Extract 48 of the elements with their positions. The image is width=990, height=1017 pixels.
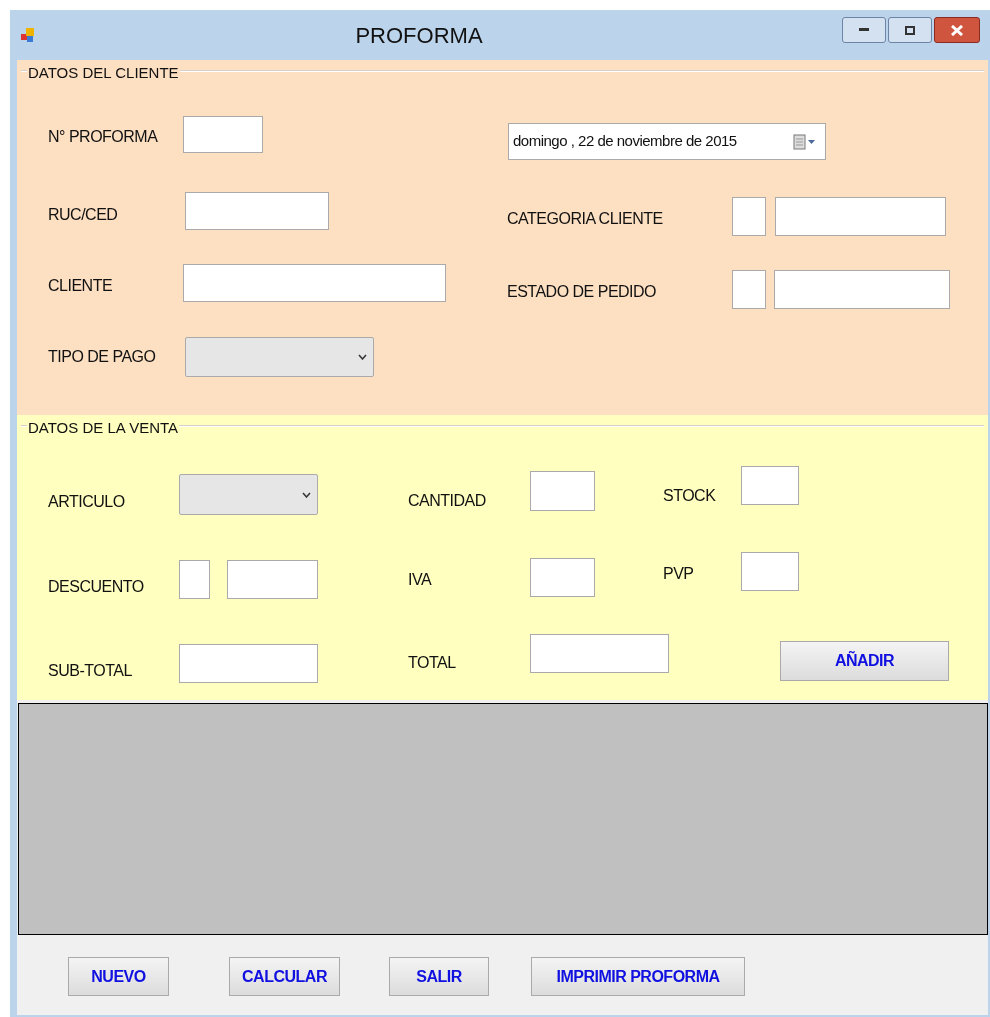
field-label: CLIENTE xyxy=(48,276,113,296)
input-field[interactable] xyxy=(179,644,318,683)
field-label: CANTIDAD xyxy=(408,491,486,511)
action-button[interactable]: NUEVO xyxy=(68,957,169,996)
input-field[interactable] xyxy=(732,270,766,309)
field-label: PVP xyxy=(663,564,694,584)
input-field[interactable] xyxy=(775,197,946,236)
input-field[interactable] xyxy=(741,466,799,505)
maximize-icon xyxy=(905,25,915,35)
input-field[interactable] xyxy=(227,560,318,599)
field-label: DESCUENTO xyxy=(48,577,144,597)
input-field[interactable] xyxy=(530,471,595,511)
chevron-down-icon xyxy=(358,354,367,360)
field-label: ARTICULO xyxy=(48,492,125,512)
field-label: SUB-TOTAL xyxy=(48,661,132,681)
field-label: CATEGORIA CLIENTE xyxy=(507,209,663,229)
minimize-button[interactable] xyxy=(842,17,886,43)
calendar-icon xyxy=(793,133,817,150)
input-field[interactable] xyxy=(741,552,799,591)
action-button[interactable]: SALIR xyxy=(389,957,489,996)
field-label: N° PROFORMA xyxy=(48,127,158,147)
input-field[interactable] xyxy=(183,264,446,302)
date-picker[interactable]: domingo , 22 de noviembre de 2015 xyxy=(508,123,826,160)
field-label: ESTADO DE PEDIDO xyxy=(507,282,657,302)
window-title: PROFORMA xyxy=(355,21,483,50)
dropdown[interactable] xyxy=(179,474,318,515)
close-button[interactable] xyxy=(934,17,980,43)
input-field[interactable] xyxy=(774,270,950,309)
field-label: RUC/CED xyxy=(48,205,118,225)
dropdown[interactable] xyxy=(185,337,374,377)
field-label: IVA xyxy=(408,570,432,590)
chevron-down-icon xyxy=(302,491,311,498)
input-field[interactable] xyxy=(179,560,210,599)
app-icon xyxy=(20,27,36,43)
close-icon xyxy=(951,24,963,36)
action-button[interactable]: IMPRIMIR PROFORMA xyxy=(531,957,745,996)
maximize-button[interactable] xyxy=(888,17,932,43)
add-button[interactable]: AÑADIR xyxy=(780,641,949,681)
minimize-icon xyxy=(859,28,869,32)
input-field[interactable] xyxy=(732,197,766,236)
input-field[interactable] xyxy=(183,116,263,153)
action-button[interactable]: CALCULAR xyxy=(229,957,340,996)
field-label: TIPO DE PAGO xyxy=(48,347,156,367)
input-field[interactable] xyxy=(185,192,329,230)
input-field[interactable] xyxy=(530,558,595,597)
field-label: STOCK xyxy=(663,486,716,506)
input-field[interactable] xyxy=(530,634,669,673)
field-label: TOTAL xyxy=(408,653,456,673)
